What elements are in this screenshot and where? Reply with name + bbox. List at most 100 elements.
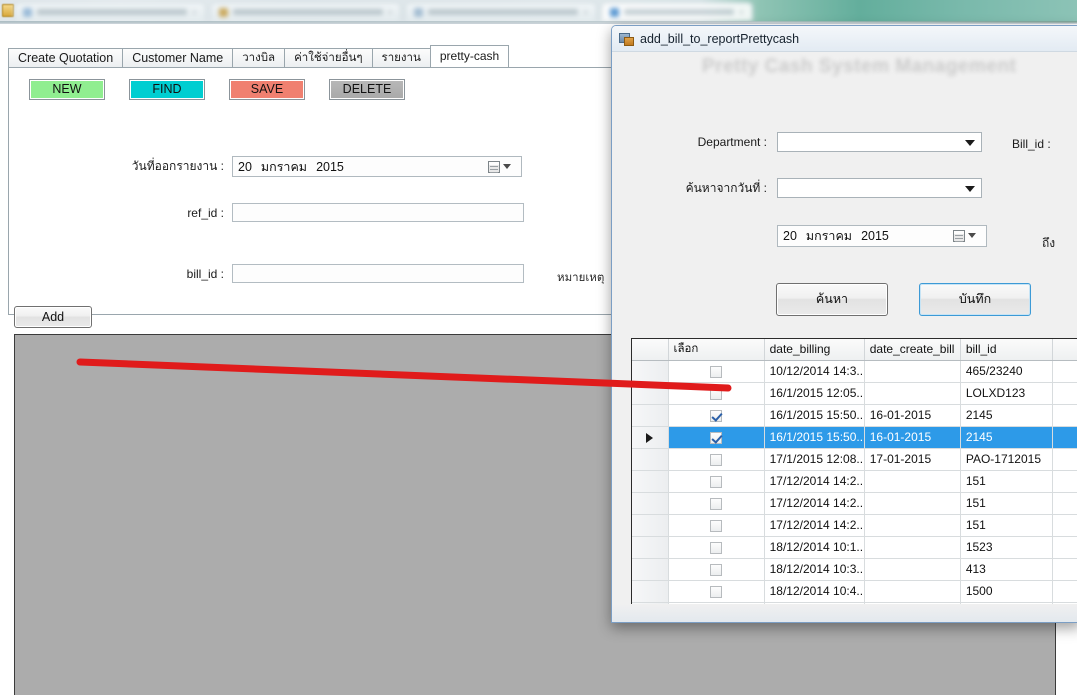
checkbox-unchecked-icon[interactable]: [710, 519, 723, 532]
find-button[interactable]: FIND: [129, 79, 205, 100]
extra-cell[interactable]: [1052, 470, 1077, 493]
table-row[interactable]: 18/12/2014 10:3... 413: [632, 558, 1077, 581]
save-button[interactable]: SAVE: [229, 79, 305, 100]
date-billing-cell[interactable]: 18/12/2014 10:4...: [764, 580, 865, 603]
date-create-bill-cell[interactable]: [864, 558, 961, 581]
date-billing-cell[interactable]: 17/12/2014 14:2...: [764, 492, 865, 515]
select-checkbox-cell[interactable]: [668, 404, 765, 427]
select-checkbox-cell[interactable]: [668, 470, 765, 493]
tab-other-expenses[interactable]: ค่าใช้จ่ายอื่นๆ: [284, 48, 373, 67]
tab-report[interactable]: รายงาน: [371, 48, 431, 67]
row-selector-cell[interactable]: [632, 580, 669, 603]
report-date-dropdown[interactable]: [488, 159, 518, 174]
checkbox-checked-icon[interactable]: [710, 431, 723, 444]
browser-tab[interactable]: ×: [209, 2, 402, 21]
extra-cell[interactable]: [1052, 382, 1077, 405]
bill-id-cell[interactable]: 413: [960, 558, 1053, 581]
bill-id-cell[interactable]: 1500: [960, 580, 1053, 603]
new-button[interactable]: NEW: [29, 79, 105, 100]
row-selector-cell[interactable]: [632, 492, 669, 515]
extra-cell[interactable]: [1052, 580, 1077, 603]
row-selector-cell[interactable]: [632, 404, 669, 427]
add-button[interactable]: Add: [14, 306, 92, 328]
date-billing-cell[interactable]: 18/12/2014 10:1...: [764, 536, 865, 559]
checkbox-unchecked-icon[interactable]: [710, 475, 723, 488]
table-row[interactable]: 16/1/2015 15:50... 16-01-2015 2145: [632, 404, 1077, 427]
search-from-date-combo[interactable]: [777, 178, 982, 198]
extra-cell[interactable]: [1052, 492, 1077, 515]
row-selector-cell[interactable]: [632, 360, 669, 383]
checkbox-unchecked-icon[interactable]: [710, 497, 723, 510]
date-create-bill-cell[interactable]: [864, 536, 961, 559]
bill-id-cell[interactable]: 465/23240: [960, 360, 1053, 383]
tab-wang-bill[interactable]: วางบิล: [232, 48, 286, 67]
date-billing-cell[interactable]: 17/1/2015 12:08...: [764, 448, 865, 471]
date-create-bill-cell[interactable]: 16-01-2015: [864, 404, 961, 427]
browser-tab-active[interactable]: ×: [601, 2, 753, 21]
row-selector-cell[interactable]: [632, 382, 669, 405]
extra-cell[interactable]: [1052, 404, 1077, 427]
select-checkbox-cell[interactable]: [668, 382, 765, 405]
dialog-date-dropdown[interactable]: [953, 228, 983, 243]
tab-strip[interactable]: Create Quotation Customer Name วางบิล ค่…: [8, 45, 510, 67]
table-row[interactable]: 16/1/2015 12:05... LOLXD123: [632, 382, 1077, 405]
table-row[interactable]: 17/12/2014 14:2... 151: [632, 470, 1077, 493]
header-extra[interactable]: [1052, 339, 1077, 361]
extra-cell[interactable]: [1052, 536, 1077, 559]
checkbox-unchecked-icon[interactable]: [710, 585, 723, 598]
date-create-bill-cell[interactable]: [864, 492, 961, 515]
row-selector-cell[interactable]: [632, 470, 669, 493]
table-row[interactable]: 10/12/2014 14:3... 465/23240: [632, 360, 1077, 383]
checkbox-unchecked-icon[interactable]: [710, 563, 723, 576]
date-billing-cell[interactable]: 17/12/2014 14:2...: [764, 470, 865, 493]
browser-tab[interactable]: ×: [14, 2, 206, 21]
row-selector-cell[interactable]: [632, 514, 669, 537]
row-selector-cell[interactable]: [632, 448, 669, 471]
dialog-title-bar[interactable]: add_bill_to_reportPrettycash: [612, 26, 1077, 52]
checkbox-unchecked-icon[interactable]: [710, 453, 723, 466]
bill-id-cell[interactable]: 2145: [960, 404, 1053, 427]
header-select[interactable]: เลือก: [668, 339, 765, 361]
checkbox-checked-icon[interactable]: [710, 409, 723, 422]
select-checkbox-cell[interactable]: [668, 492, 765, 515]
select-checkbox-cell[interactable]: [668, 558, 765, 581]
checkbox-unchecked-icon[interactable]: [710, 541, 723, 554]
date-create-bill-cell[interactable]: [864, 382, 961, 405]
date-billing-cell[interactable]: 16/1/2015 15:50...: [764, 404, 865, 427]
extra-cell[interactable]: [1052, 360, 1077, 383]
bill-id-cell[interactable]: 151: [960, 514, 1053, 537]
dialog-date-picker[interactable]: 20 มกราคม 2015: [777, 225, 987, 247]
browser-tab[interactable]: ×: [405, 2, 598, 21]
table-row[interactable]: 17/1/2015 12:08... 17-01-2015 PAO-1712015: [632, 448, 1077, 471]
bill-id-input[interactable]: [232, 264, 524, 283]
table-row[interactable]: 17/12/2014 14:2... 151: [632, 492, 1077, 515]
extra-cell[interactable]: [1052, 426, 1077, 449]
bill-id-cell[interactable]: 151: [960, 492, 1053, 515]
table-row[interactable]: 18/12/2014 10:1... 1523: [632, 536, 1077, 559]
bill-id-cell[interactable]: LOLXD123: [960, 382, 1053, 405]
date-create-bill-cell[interactable]: 17-01-2015: [864, 448, 961, 471]
bills-data-grid[interactable]: เลือก date_billing date_create_bill bill…: [631, 338, 1077, 618]
bill-id-cell[interactable]: 2145: [960, 426, 1053, 449]
report-date-picker[interactable]: 20 มกราคม 2015: [232, 156, 522, 177]
date-billing-cell[interactable]: 16/1/2015 12:05...: [764, 382, 865, 405]
table-row[interactable]: 18/12/2014 10:4... 1500: [632, 580, 1077, 603]
extra-cell[interactable]: [1052, 448, 1077, 471]
bill-id-cell[interactable]: 151: [960, 470, 1053, 493]
row-selector-cell[interactable]: [632, 536, 669, 559]
date-create-bill-cell[interactable]: [864, 470, 961, 493]
select-checkbox-cell[interactable]: [668, 426, 765, 449]
checkbox-unchecked-icon[interactable]: [710, 365, 723, 378]
header-bill-id[interactable]: bill_id: [960, 339, 1053, 361]
row-selector-cell[interactable]: [632, 426, 669, 449]
date-billing-cell[interactable]: 16/1/2015 15:50...: [764, 426, 865, 449]
browser-tabs[interactable]: × × × ×: [14, 2, 753, 21]
ref-id-input[interactable]: [232, 203, 524, 222]
date-billing-cell[interactable]: 10/12/2014 14:3...: [764, 360, 865, 383]
tab-customer-name[interactable]: Customer Name: [122, 48, 234, 67]
select-checkbox-cell[interactable]: [668, 360, 765, 383]
search-button[interactable]: ค้นหา: [776, 283, 888, 316]
row-selector-cell[interactable]: [632, 558, 669, 581]
table-row[interactable]: 17/12/2014 14:2... 151: [632, 514, 1077, 537]
select-checkbox-cell[interactable]: [668, 514, 765, 537]
